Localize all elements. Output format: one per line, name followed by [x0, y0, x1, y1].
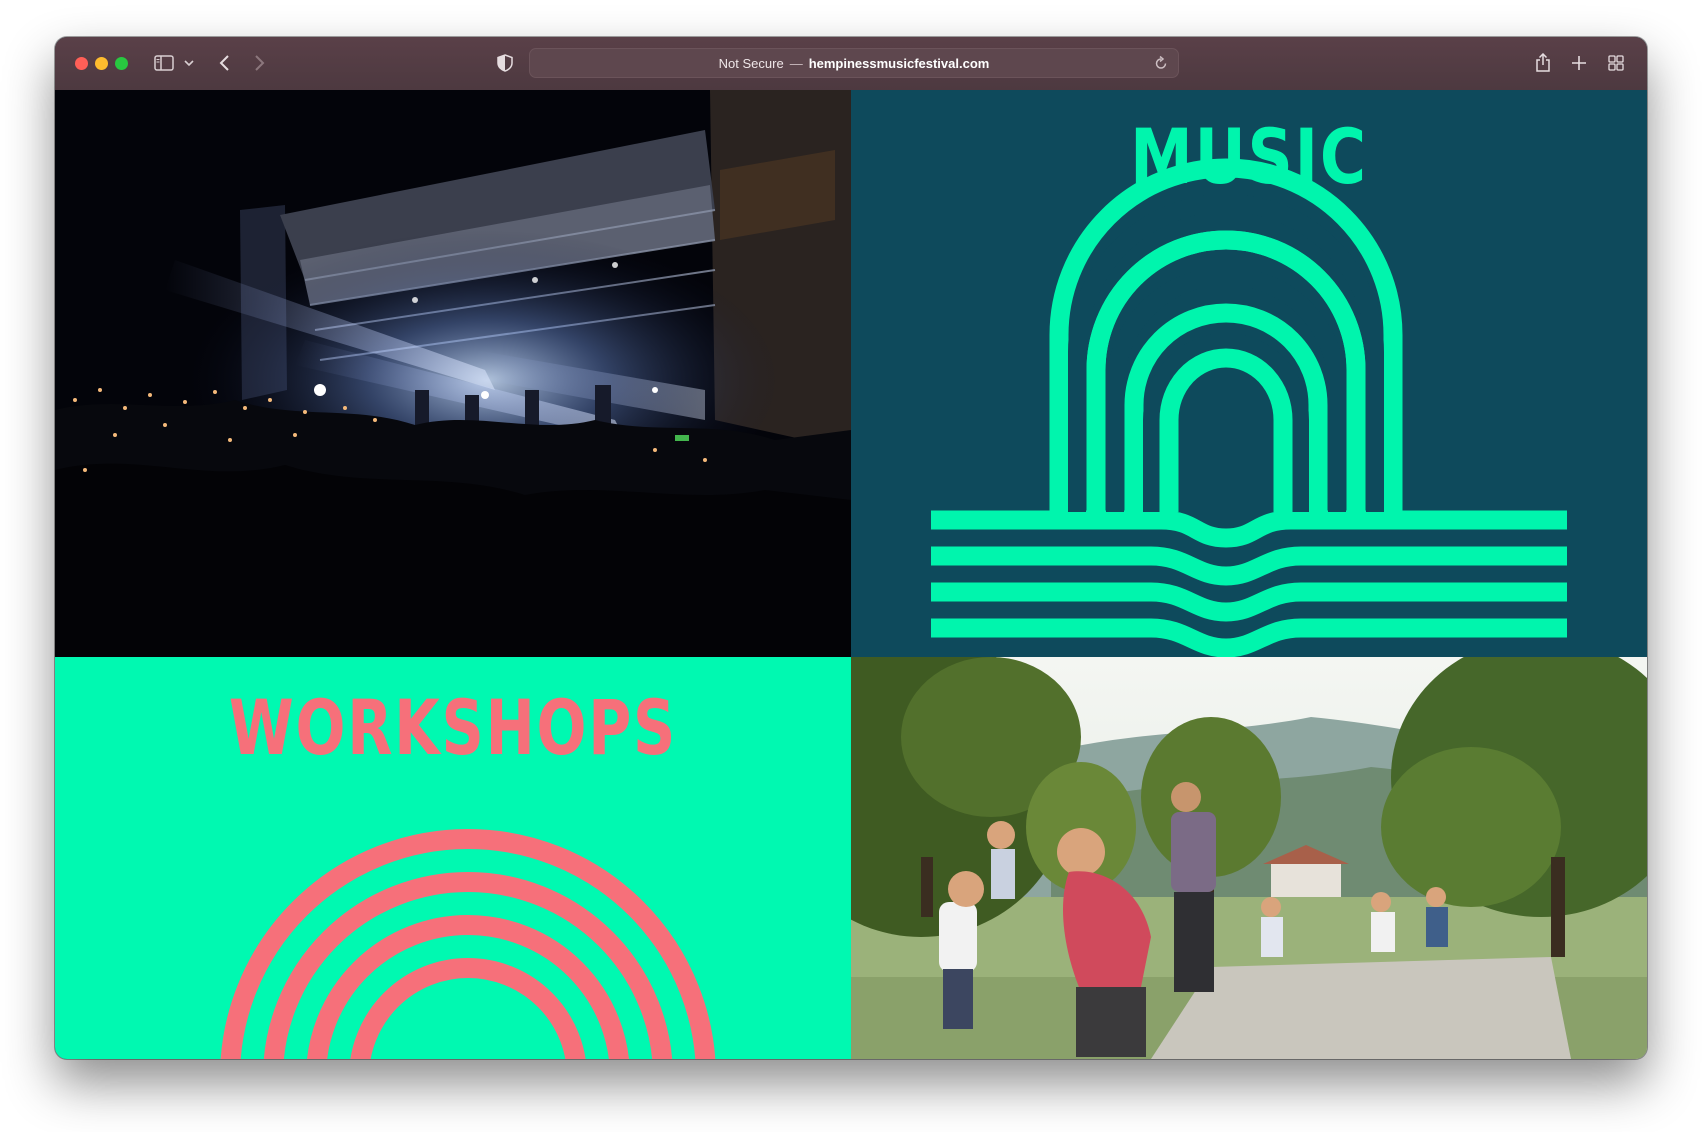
close-window-button[interactable] — [75, 57, 88, 70]
address-separator: — — [789, 55, 803, 71]
browser-toolbar: Not Secure — hempinessmusicfestival.com — [55, 37, 1647, 91]
address-domain: hempinessmusicfestival.com — [808, 55, 990, 71]
address-bar[interactable]: Not Secure — hempinessmusicfestival.com — [529, 48, 1179, 78]
privacy-shield-icon[interactable] — [495, 51, 515, 75]
concert-photo[interactable] — [55, 90, 851, 657]
zoom-window-button[interactable] — [115, 57, 128, 70]
reload-icon[interactable] — [1154, 55, 1168, 71]
chevron-down-icon[interactable] — [183, 51, 195, 75]
tab-grid-icon[interactable] — [1606, 51, 1626, 75]
page-content: MUSIC WORKSHOPS — [55, 90, 1647, 1059]
workshops-tile[interactable]: WORKSHOPS — [55, 657, 851, 1059]
security-label: Not Secure — [718, 55, 784, 71]
plus-icon[interactable] — [1569, 51, 1589, 75]
forward-arrow-icon[interactable] — [249, 51, 269, 75]
workshops-rainbow-graphic — [220, 829, 716, 1059]
music-tile[interactable]: MUSIC — [851, 90, 1647, 657]
sidebar-icon[interactable] — [152, 51, 176, 75]
music-rainbow-wave-graphic — [931, 158, 1567, 657]
park-workshop-photo[interactable] — [851, 657, 1647, 1059]
share-icon[interactable] — [1533, 51, 1553, 75]
back-arrow-icon[interactable] — [215, 51, 235, 75]
minimize-window-button[interactable] — [95, 57, 108, 70]
browser-window: Not Secure — hempinessmusicfestival.com — [55, 37, 1647, 1059]
